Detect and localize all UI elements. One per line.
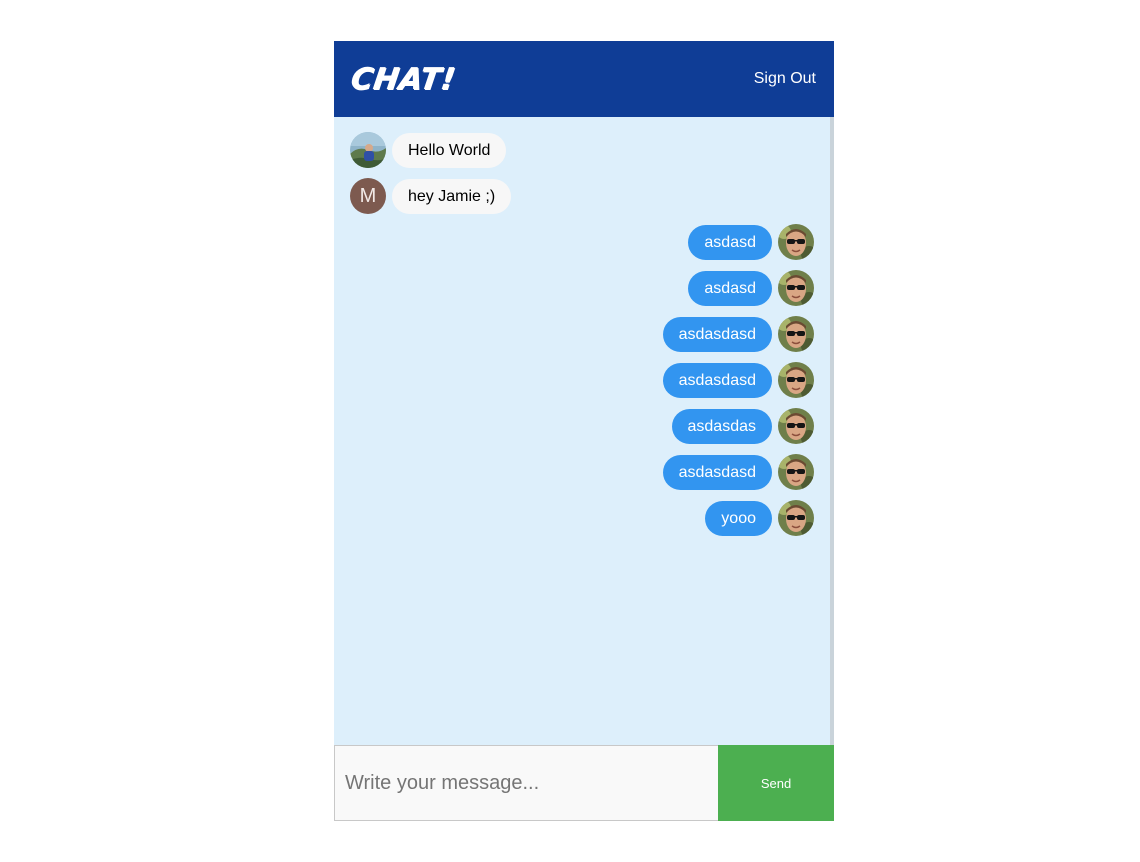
user-avatar xyxy=(778,362,814,398)
message-bubble: asdasdasd xyxy=(662,454,772,490)
photo-avatar-landscape-image xyxy=(350,132,386,168)
message-row: yooo xyxy=(350,500,814,536)
message-row: M hey Jamie ;) xyxy=(350,178,814,214)
message-list[interactable]: Hello World M hey Jamie ;) asdasd asdasd… xyxy=(334,117,834,745)
message-input[interactable] xyxy=(334,745,718,821)
send-button[interactable]: Send xyxy=(718,745,834,821)
photo-avatar-sunglasses-image xyxy=(778,454,814,490)
message-rows: Hello World M hey Jamie ;) asdasd asdasd… xyxy=(350,132,814,536)
message-row: Hello World xyxy=(350,132,814,168)
message-bubble: Hello World xyxy=(392,132,507,168)
message-composer: Send xyxy=(334,745,834,821)
message-bubble: asdasd xyxy=(688,270,772,306)
photo-avatar-sunglasses-image xyxy=(778,500,814,536)
message-bubble: asdasdasd xyxy=(662,362,772,398)
message-row: asdasdas xyxy=(350,408,814,444)
message-bubble: asdasd xyxy=(688,224,772,260)
message-list-scrollbar[interactable] xyxy=(830,117,834,745)
message-row: asdasd xyxy=(350,224,814,260)
user-avatar xyxy=(778,224,814,260)
user-avatar xyxy=(778,270,814,306)
message-row: asdasdasd xyxy=(350,362,814,398)
user-avatar xyxy=(778,408,814,444)
user-avatar xyxy=(350,132,386,168)
message-row: asdasdasd xyxy=(350,316,814,352)
user-avatar xyxy=(778,316,814,352)
chat-app: CHAT! Sign Out Hello World M hey Jamie ;… xyxy=(334,41,834,821)
user-avatar xyxy=(778,454,814,490)
app-header: CHAT! Sign Out xyxy=(334,41,834,117)
photo-avatar-sunglasses-image xyxy=(778,316,814,352)
photo-avatar-sunglasses-image xyxy=(778,362,814,398)
photo-avatar-sunglasses-image xyxy=(778,270,814,306)
user-avatar: M xyxy=(350,178,386,214)
message-row: asdasd xyxy=(350,270,814,306)
sign-out-button[interactable]: Sign Out xyxy=(754,70,816,88)
message-bubble: asdasdasd xyxy=(662,316,772,352)
photo-avatar-sunglasses-image xyxy=(778,408,814,444)
app-logo: CHAT! xyxy=(348,61,458,97)
message-bubble: asdasdas xyxy=(671,408,772,444)
photo-avatar-sunglasses-image xyxy=(778,224,814,260)
message-bubble: yooo xyxy=(705,500,772,536)
user-avatar xyxy=(778,500,814,536)
message-row: asdasdasd xyxy=(350,454,814,490)
message-bubble: hey Jamie ;) xyxy=(392,178,512,214)
